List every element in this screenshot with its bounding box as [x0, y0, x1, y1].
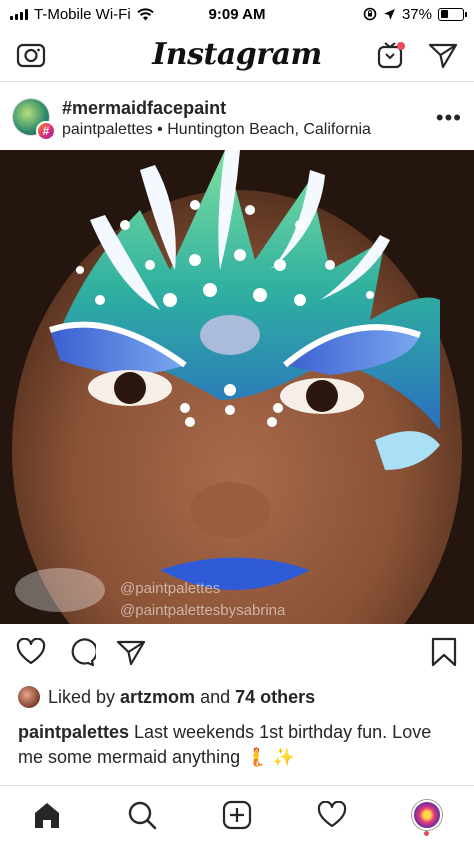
save-button[interactable] [430, 637, 458, 672]
liker-avatar [18, 686, 40, 708]
battery-percent: 37% [401, 5, 432, 23]
bottom-tab-bar [0, 785, 474, 843]
tab-profile[interactable] [407, 795, 447, 836]
post-hashtag-link[interactable]: #mermaidfacepaint [62, 98, 428, 119]
caption-username[interactable]: paintpalettes [18, 722, 129, 742]
bookmark-icon [431, 637, 457, 666]
tab-search[interactable] [122, 795, 162, 835]
post-meta: #mermaidfacepaint paintpalettes • Huntin… [62, 98, 428, 139]
battery-fill [440, 10, 449, 18]
status-bar: T-Mobile Wi-Fi 9:09 AM 37% [0, 0, 474, 28]
direct-message-icon [428, 43, 458, 68]
likes-others[interactable]: 74 others [235, 687, 315, 707]
likes-middle: and [195, 686, 236, 707]
like-button[interactable] [16, 637, 46, 671]
share-icon [116, 640, 146, 665]
watermark: @paintpalettes @paintpalettesbysabrina [120, 578, 285, 622]
profile-notification-dot [424, 830, 430, 836]
heart-icon [16, 637, 46, 664]
camera-button[interactable] [14, 38, 48, 72]
post-location-link[interactable]: Huntington Beach, California [167, 121, 371, 138]
more-options-button[interactable]: ••• [436, 105, 462, 131]
post-username-link[interactable]: paintpalettes [62, 121, 153, 138]
meta-separator: • [152, 120, 168, 138]
direct-messages-button[interactable] [426, 38, 460, 72]
tab-home[interactable] [27, 795, 67, 835]
post-actions [0, 636, 474, 672]
camera-icon [16, 43, 46, 67]
igtv-notification-dot [397, 41, 405, 50]
tab-new-post[interactable] [217, 795, 257, 835]
profile-icon [411, 799, 442, 830]
top-nav: Instagram [0, 28, 474, 82]
battery-icon [438, 7, 467, 21]
post-caption: paintpalettes Last weekends 1st birthday… [18, 720, 456, 770]
hashtag-badge-icon: # [36, 121, 56, 141]
carrier-label: T-Mobile Wi-Fi [34, 5, 131, 23]
share-button[interactable] [116, 638, 146, 671]
igtv-icon [377, 41, 405, 68]
post-photo[interactable]: @paintpalettes @paintpalettesbysabrina [0, 150, 474, 624]
post-subtitle: paintpalettes • Huntington Beach, Califo… [62, 121, 428, 139]
rotation-lock-icon [363, 7, 377, 21]
wifi-icon [136, 7, 154, 20]
new-post-icon [222, 800, 252, 829]
home-icon [35, 802, 60, 828]
activity-heart-icon [317, 800, 346, 827]
comment-icon [71, 637, 98, 666]
status-left: T-Mobile Wi-Fi [10, 6, 154, 23]
tab-activity[interactable] [312, 795, 352, 835]
search-icon [128, 801, 157, 829]
watermark-facebook: @paintpalettesbysabrina [120, 602, 286, 619]
watermark-instagram: @paintpalettes [120, 580, 221, 597]
comment-button[interactable] [66, 637, 98, 672]
likes-row[interactable]: Liked by artzmom and 74 others [18, 686, 315, 708]
face-paint-illustration [0, 150, 474, 624]
signal-icon [10, 8, 28, 20]
post-avatar[interactable]: # [12, 98, 56, 141]
location-arrow-icon [383, 8, 395, 20]
status-right: 37% [363, 5, 467, 23]
igtv-button[interactable] [374, 38, 408, 72]
likes-text: Liked by artzmom and 74 others [48, 687, 315, 708]
likes-prefix: Liked by [48, 686, 121, 707]
post-header: # #mermaidfacepaint paintpalettes • Hunt… [0, 90, 474, 146]
liker-username[interactable]: artzmom [120, 687, 195, 707]
